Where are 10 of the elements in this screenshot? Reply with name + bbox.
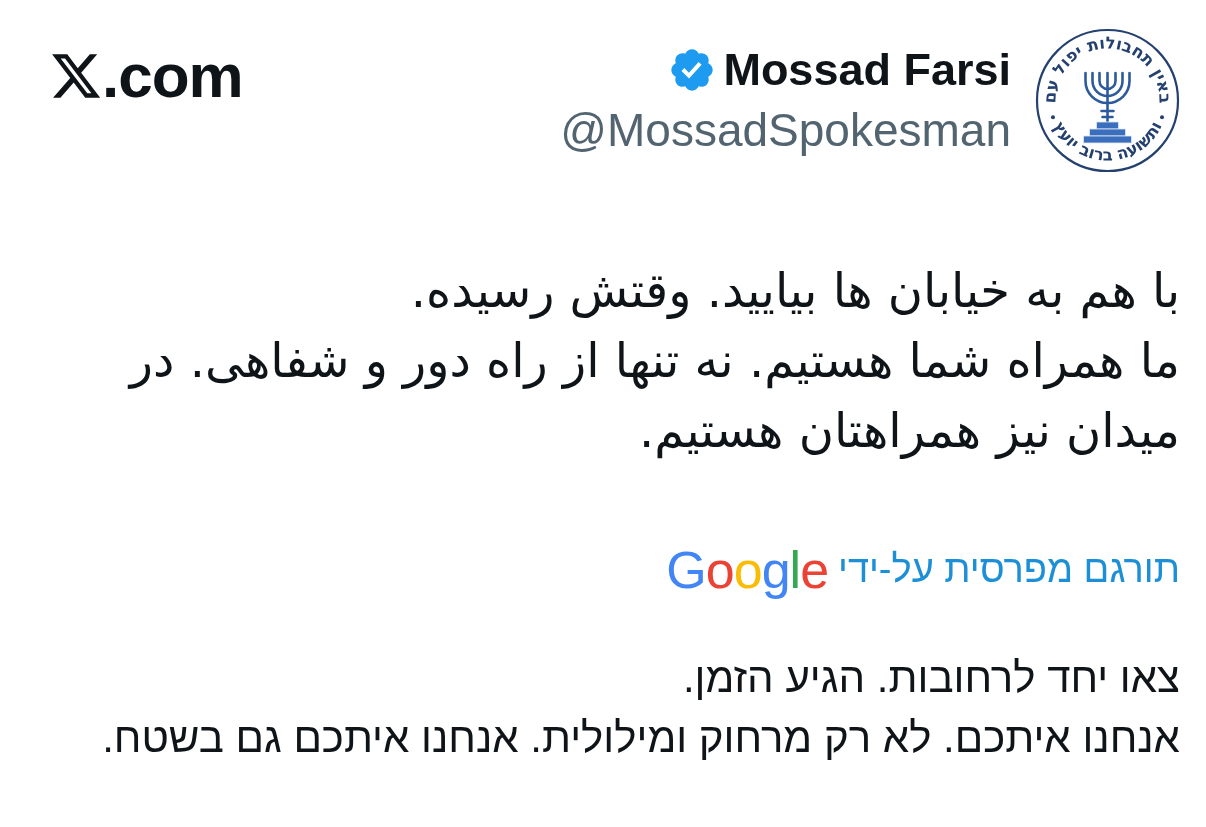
translated-text: אנחנו איתכם. לא רק מרחוק ומילולית. אנחנו איתכם גם בשטח. [102,713,1180,763]
emblem-logo: באין תחבולות יפול עם ותשועה ברוב יועץ [1035,28,1180,173]
author-name: Mossad Farsi [723,44,1011,96]
tweet-text: با هم به خیابان ها بیایید. وقتش رسیده. [409,261,1180,321]
tweet-text: ما همراه شما هستیم. نه تنها از راه دور و شفاهی. در میدان نیز همراهتان هستیم. [126,331,1180,461]
translated-text: צאו יחד לרחובות. הגיע הזמן. [681,653,1180,703]
translation-attribution: תורגם מפרסית על-ידי [838,547,1180,593]
x-logo-icon [52,54,100,98]
site-domain: .com [102,45,243,107]
author-handle: @MossadSpokesman [560,103,1011,157]
